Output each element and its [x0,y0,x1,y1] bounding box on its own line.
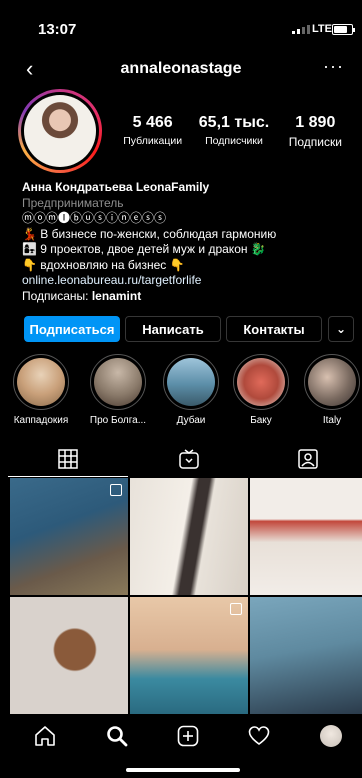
home-indicator [126,768,240,772]
contacts-button[interactable]: Контакты [226,316,322,342]
profile-header: ‹ annaleonastage ··· [0,56,362,84]
post-thumbnail[interactable] [130,478,248,595]
highlight-item[interactable]: Про Болга... [85,354,151,426]
stat-followers-value: 65,1 тыс. [198,114,270,131]
highlight-item[interactable]: Баку [228,354,294,426]
followed-by-user[interactable]: lenamint [92,289,141,303]
message-button[interactable]: Написать [125,316,221,342]
highlight-item[interactable]: Каппадокия [8,354,74,426]
stat-posts-value: 5 466 [132,114,173,131]
stat-followers-label: Подписчики [205,135,263,147]
profile-icon [320,725,342,747]
story-highlights: Каппадокия Про Болга... Дубаи Баку Italy [0,354,362,434]
tab-grid[interactable] [8,442,128,477]
tagged-icon [298,449,318,469]
nav-new-post[interactable] [173,721,203,751]
highlight-item[interactable]: Italy [299,354,362,426]
suggested-dropdown-button[interactable]: ⌄ [328,316,354,342]
stat-following-label: Подписки [288,135,342,149]
grid-icon [58,449,78,469]
bio-tagline: ⓜⓞⓜ🅘ⓑⓤⓢⓘⓝⓔⓢⓢ [22,211,167,225]
new-post-icon [177,725,199,747]
highlight-label: Про Болга... [89,415,147,426]
bio-category: Предприниматель [22,195,124,210]
profile-bio: Анна Кондратьева LeonaFamily Предпринима… [22,180,352,304]
bio-line: 👩‍👧 9 проектов, двое детей муж и дракон … [22,242,266,256]
chevron-down-icon: ⌄ [335,322,347,336]
status-bar: 13:07 LTE [0,0,362,44]
highlight-label: Каппадокия [13,415,69,426]
post-thumbnail[interactable] [250,478,362,595]
multiple-photos-icon [230,603,242,615]
nav-activity[interactable] [244,721,274,751]
nav-home[interactable] [30,721,60,751]
followed-by: Подписаны: lenamint [22,289,352,305]
follow-button[interactable]: Подписаться [24,316,120,342]
profile-tabs [0,442,362,477]
profile-avatar[interactable] [18,89,102,173]
igtv-icon [179,449,199,469]
post-thumbnail[interactable] [250,597,362,714]
status-time: 13:07 [38,21,77,38]
nav-search[interactable] [102,721,132,751]
nav-profile[interactable] [316,721,346,751]
signal-icon [292,25,310,34]
bottom-navigation [0,715,362,778]
highlight-item[interactable]: Дубаи [158,354,224,426]
battery-icon [332,24,355,35]
post-thumbnail[interactable] [10,478,128,595]
profile-stats: 5 466 Публикации 65,1 тыс. Подписчики 1 … [112,114,356,149]
post-thumbnail[interactable] [10,597,128,714]
bio-link[interactable]: online.leonabureau.ru/targetforlife [22,273,352,289]
bio-name: Анна Кондратьева LeonaFamily [22,180,210,194]
profile-actions: Подписаться Написать Контакты ⌄ [24,316,354,342]
highlight-label: Баку [250,415,272,426]
stat-posts-label: Публикации [123,135,183,147]
highlight-cover [167,358,215,406]
search-icon [107,726,128,747]
highlight-label: Дубаи [176,415,206,426]
post-thumbnail[interactable] [130,597,248,714]
stat-following[interactable]: 1 890 Подписки [275,114,356,149]
tab-tagged[interactable] [248,442,362,476]
stat-following-value: 1 890 [295,114,336,131]
highlight-cover [17,358,65,406]
highlight-cover [94,358,142,406]
stat-posts[interactable]: 5 466 Публикации [112,114,193,149]
posts-grid [10,478,362,714]
followed-by-prefix: Подписаны: [22,288,89,303]
highlight-label: Italy [322,415,342,426]
bio-line: 👇 вдохновляю на бизнес 👇 [22,257,185,272]
profile-username: annaleonastage [120,60,242,77]
tab-igtv[interactable] [129,442,249,476]
home-icon [35,726,55,746]
highlight-cover [237,358,285,406]
stat-followers[interactable]: 65,1 тыс. Подписчики [193,114,274,149]
activity-icon [248,726,270,745]
network-label: LTE [312,23,332,35]
multiple-photos-icon [110,484,122,496]
more-options-icon[interactable]: ··· [323,56,344,77]
bio-line: 💃 В бизнесе по-женски, соблюдая гармонию [22,226,277,241]
highlight-cover [308,358,356,406]
